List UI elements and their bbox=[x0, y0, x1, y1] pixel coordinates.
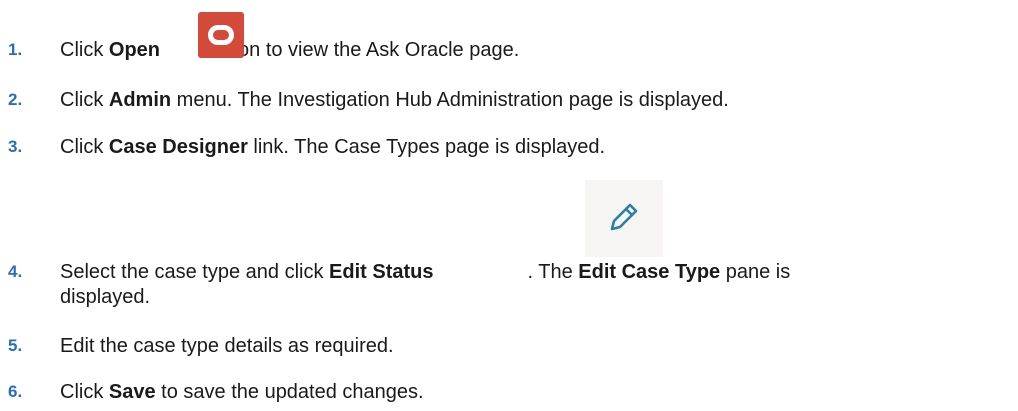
oracle-open-icon bbox=[198, 12, 244, 58]
ui-term-edit-status: Edit Status bbox=[329, 261, 434, 283]
step-number: 4. bbox=[8, 262, 23, 281]
step-text: Click Case Designer link. The Case Types… bbox=[60, 136, 606, 158]
step-number: 3. bbox=[8, 137, 23, 156]
pencil-edit-icon bbox=[585, 180, 663, 257]
step-number: 2. bbox=[8, 90, 23, 109]
step-4-continuation: displayed. bbox=[60, 286, 151, 308]
ui-term-admin: Admin bbox=[108, 89, 172, 111]
ui-term-save: Save bbox=[108, 381, 156, 403]
step-text: Select the case type and click Edit Stat… bbox=[60, 261, 791, 283]
ui-term-open: Open bbox=[108, 39, 161, 61]
step-number: 6. bbox=[8, 382, 23, 401]
ui-term-edit-case-type: Edit Case Type bbox=[578, 261, 721, 283]
step-number: 1. bbox=[8, 40, 23, 59]
step-text: Click Save to save the updated changes. bbox=[60, 381, 424, 403]
ui-term-case-designer: Case Designer bbox=[108, 136, 248, 158]
step-number: 5. bbox=[8, 336, 23, 355]
step-text: Edit the case type details as required. bbox=[60, 335, 394, 357]
step-text: Click Admin menu. The Investigation Hub … bbox=[60, 89, 729, 111]
